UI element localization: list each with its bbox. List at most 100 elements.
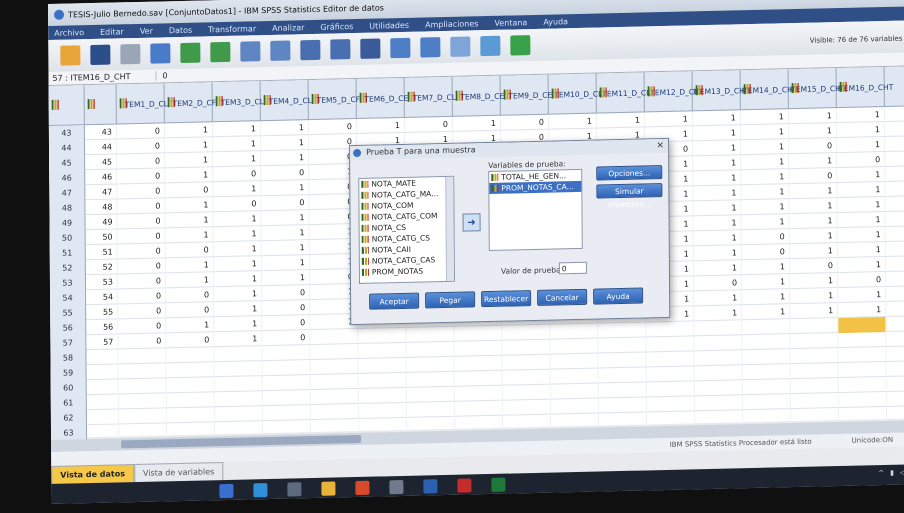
excel-icon[interactable] — [491, 477, 506, 492]
table-cell[interactable]: 1 — [692, 125, 742, 142]
row-number[interactable]: 56 — [50, 320, 87, 336]
table-cell[interactable] — [166, 347, 215, 364]
table-cell[interactable] — [214, 406, 263, 423]
table-cell[interactable] — [310, 373, 359, 391]
table-cell[interactable]: 1 — [165, 152, 214, 169]
table-cell[interactable]: 1 — [836, 107, 885, 124]
network-icon[interactable]: ▮ — [890, 469, 894, 477]
table-cell[interactable] — [502, 399, 551, 416]
table-cell[interactable] — [214, 346, 263, 363]
accept-button[interactable]: Aceptar — [369, 292, 420, 310]
table-cell[interactable] — [838, 376, 887, 394]
row-number[interactable]: 50 — [49, 230, 86, 246]
volume-icon[interactable]: ◁ — [900, 469, 904, 477]
pdf-icon[interactable] — [457, 478, 472, 493]
column-header[interactable]: ITEM6_D_CE — [356, 77, 408, 119]
table-cell[interactable] — [550, 368, 599, 385]
goto-variable-icon[interactable] — [270, 40, 291, 61]
table-cell[interactable]: 0 — [741, 244, 790, 261]
table-cell[interactable]: 1 — [644, 111, 693, 128]
table-cell[interactable]: 0 — [262, 315, 311, 332]
table-cell[interactable] — [118, 393, 167, 410]
move-variable-button[interactable]: ➜ — [462, 213, 481, 232]
table-cell[interactable]: 1 — [213, 211, 262, 228]
spss-task-icon[interactable] — [389, 479, 404, 495]
row-number[interactable]: 55 — [50, 305, 87, 321]
table-cell[interactable] — [646, 366, 695, 383]
table-cell[interactable] — [310, 358, 359, 376]
save-icon[interactable] — [90, 44, 111, 66]
table-cell[interactable]: 1 — [838, 301, 887, 319]
table-cell[interactable]: 1 — [837, 226, 886, 244]
table-cell[interactable] — [838, 391, 887, 409]
paste-button[interactable]: Pegar — [425, 291, 476, 309]
menu-transformar[interactable]: Transformar — [208, 24, 256, 34]
table-cell[interactable]: 1 — [261, 150, 310, 167]
table-cell[interactable]: 1 — [741, 139, 790, 156]
redo-icon[interactable] — [210, 41, 231, 63]
table-cell[interactable]: 1 — [740, 109, 789, 126]
table-cell[interactable] — [694, 350, 743, 367]
chrome-icon[interactable] — [355, 480, 370, 496]
table-cell[interactable] — [742, 364, 791, 381]
column-header[interactable]: ITEM4_D_CL — [260, 80, 312, 122]
row-number[interactable]: 48 — [49, 200, 86, 216]
column-header[interactable]: ITEM7_D_CL — [404, 76, 456, 118]
table-cell[interactable]: 1 — [212, 136, 262, 153]
table-cell[interactable]: 1 — [213, 286, 263, 303]
source-variable-item[interactable]: PROM_NOTAS — [360, 265, 454, 278]
column-header[interactable]: ITEM10_D_CL — [548, 73, 602, 115]
row-number[interactable]: 54 — [50, 290, 87, 306]
table-cell[interactable] — [646, 396, 695, 413]
table-cell[interactable] — [694, 380, 743, 397]
table-cell[interactable]: 1 — [548, 113, 597, 130]
table-cell[interactable]: 57 — [86, 334, 119, 351]
column-header[interactable]: ITEM8_D_CE — [452, 75, 504, 117]
table-cell[interactable] — [262, 405, 311, 422]
table-cell[interactable] — [790, 333, 839, 350]
table-cell[interactable] — [262, 345, 311, 362]
table-cell[interactable] — [454, 400, 503, 417]
table-cell[interactable]: 1 — [213, 241, 262, 258]
table-cell[interactable]: 1 — [741, 154, 790, 171]
table-cell[interactable] — [646, 381, 695, 398]
table-cell[interactable] — [598, 322, 647, 339]
table-cell[interactable] — [838, 331, 887, 349]
table-cell[interactable]: 0 — [404, 116, 453, 133]
word-icon[interactable] — [423, 479, 438, 494]
table-cell[interactable] — [406, 356, 455, 373]
table-cell[interactable] — [214, 361, 263, 378]
table-cell[interactable] — [454, 370, 503, 387]
table-cell[interactable] — [86, 409, 119, 426]
search-icon[interactable] — [253, 483, 268, 498]
table-cell[interactable]: 1 — [214, 331, 263, 348]
table-cell[interactable]: 1 — [837, 182, 886, 199]
table-cell[interactable]: 1 — [789, 213, 838, 230]
column-header-id[interactable] — [84, 84, 117, 126]
table-cell[interactable]: 1 — [788, 108, 837, 125]
table-cell[interactable]: 1 — [692, 110, 741, 127]
source-variable-list[interactable]: NOTA_MATE NOTA_CATG_MA... NOTA_COM NOTA_CAT… — [358, 175, 455, 284]
table-cell[interactable]: 46 — [85, 169, 118, 186]
table-cell[interactable] — [694, 395, 743, 412]
table-cell[interactable] — [214, 376, 263, 393]
table-cell[interactable] — [358, 402, 407, 419]
table-cell[interactable] — [166, 362, 215, 379]
table-cell[interactable]: 0 — [837, 152, 886, 169]
menu-editar[interactable]: Editar — [100, 27, 124, 37]
table-cell[interactable]: 1 — [165, 257, 214, 274]
table-cell[interactable]: 1 — [261, 210, 310, 227]
column-header[interactable]: ITEM12_D_CL — [644, 71, 698, 113]
row-number[interactable]: 61 — [50, 395, 87, 411]
table-cell[interactable] — [694, 335, 743, 352]
table-cell[interactable] — [310, 343, 359, 361]
table-cell[interactable]: 1 — [693, 140, 742, 157]
table-cell[interactable]: 0 — [118, 318, 167, 335]
table-cell[interactable]: 0 — [693, 275, 743, 292]
use-sets-icon[interactable] — [510, 35, 531, 56]
open-folder-icon[interactable] — [60, 45, 81, 66]
column-header[interactable]: ITEM5_D_CF — [308, 79, 360, 121]
menu-graficos[interactable]: Gráficos — [320, 22, 353, 32]
table-cell[interactable] — [550, 383, 599, 400]
table-cell[interactable]: 0 — [117, 213, 166, 230]
